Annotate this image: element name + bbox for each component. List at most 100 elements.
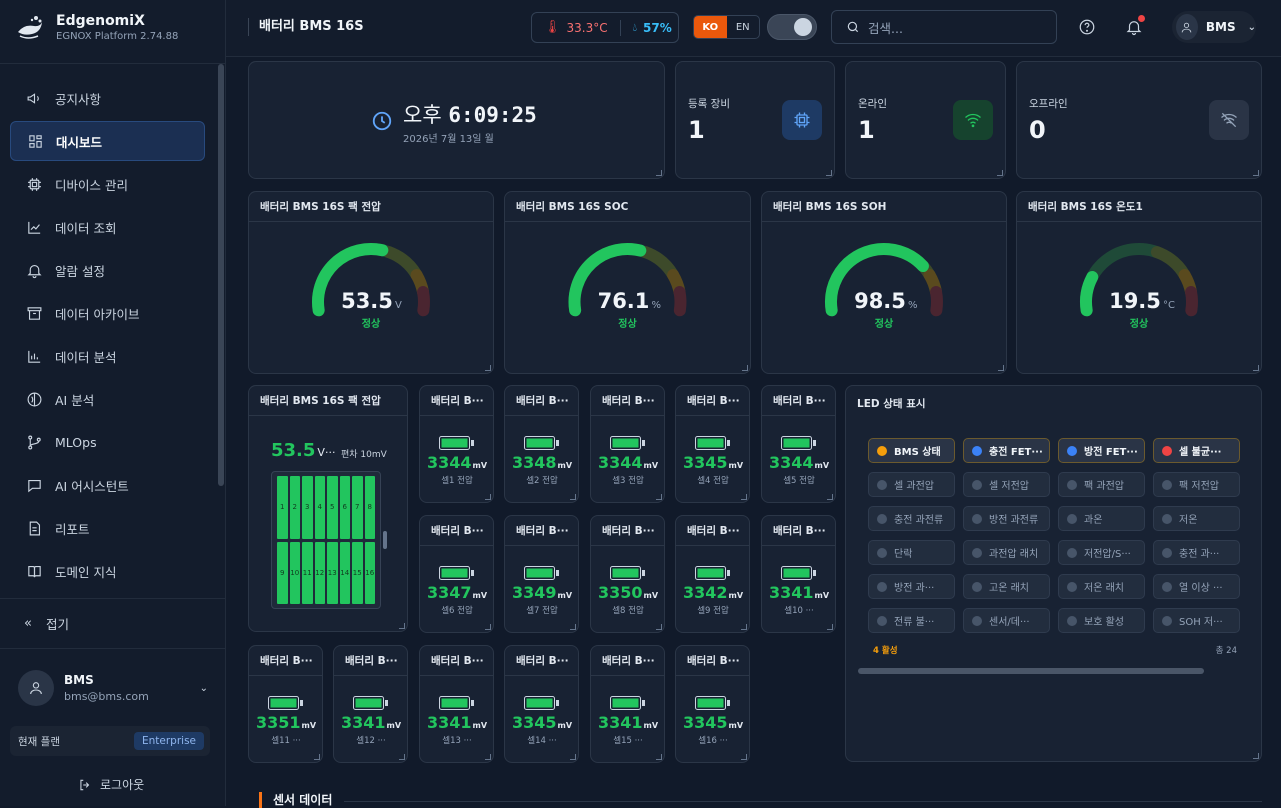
sidebar-item-3[interactable]: 디바이스 관리	[10, 164, 205, 204]
cell-voltage-card: 배터리 B··· 3341mV 셀15 ···	[590, 645, 665, 763]
ai-icon	[25, 390, 43, 408]
led-dot	[1067, 581, 1077, 592]
cell-bar: 13	[327, 541, 338, 604]
user-menu[interactable]: BMS ⌄	[1172, 11, 1256, 43]
card-title: LED 상태 표시	[857, 397, 926, 410]
led-grid: BMS 상태 충전 FET··· 방전 FET··· 셀 불균··· 셀 과전압 셀 저전…	[868, 438, 1240, 633]
cell-voltage-card: 배터리 B··· 3348mV 셀2 전압	[504, 385, 579, 503]
sidebar-item-5[interactable]: 알람 설정	[10, 250, 205, 290]
led-dot	[1162, 479, 1172, 490]
dashboard-icon	[26, 132, 44, 150]
sidebar-item-label: 알람 설정	[55, 263, 105, 279]
gauge-value: 53.5	[341, 289, 393, 313]
sidebar-item-6[interactable]: 데이터 아카이브	[10, 293, 205, 333]
sidebar-item-7[interactable]: 데이터 분석	[10, 336, 205, 376]
led-dot	[877, 513, 887, 524]
help-button[interactable]	[1076, 16, 1098, 38]
theme-toggle[interactable]	[767, 14, 817, 40]
sidebar-item-11[interactable]: 리포트	[10, 508, 205, 548]
cell-bar: 11	[302, 541, 313, 604]
search-input[interactable]: 검색...	[831, 10, 1057, 44]
cell-voltage-value: 3350	[597, 583, 643, 602]
sidebar-item-10[interactable]: AI 어시스턴트	[10, 465, 205, 505]
cell-voltage: 3344mV	[591, 453, 665, 472]
card-title: 배터리 B···	[676, 516, 749, 546]
collapse-button[interactable]: « 접기	[24, 614, 69, 633]
sidebar-item-1[interactable]: 공지사항	[10, 78, 205, 118]
cell-bar: 3	[302, 476, 313, 539]
led-label: 저전압/S···	[1084, 549, 1131, 560]
resize-handle[interactable]	[383, 531, 387, 549]
logout-button[interactable]: 로그아웃	[78, 776, 144, 793]
led-dot	[877, 547, 887, 558]
battery-icon	[781, 566, 816, 580]
sidebar-nav: 공지사항 대시보드 디바이스 관리 데이터 조회알람 설정데이터 아카이브데이터 분석…	[10, 78, 205, 594]
sidebar-item-2[interactable]: 대시보드	[10, 121, 205, 161]
gauge-arc	[673, 286, 687, 317]
cell-bar: 15	[352, 541, 363, 604]
report-icon	[25, 519, 43, 537]
notifications-button[interactable]	[1123, 15, 1145, 38]
gauge-unit: °C	[1163, 300, 1175, 311]
cell-voltage-card: 배터리 B··· 3351mV 셀11 ···	[248, 645, 323, 763]
cell-voltage-value: 3349	[511, 583, 557, 602]
sidebar-item-label: 도메인 지식	[55, 564, 117, 580]
collapse-label: 접기	[45, 617, 69, 632]
pack-voltage-number: 53.5	[271, 440, 316, 461]
card-title: 배터리 B···	[420, 386, 493, 416]
branch-icon	[25, 433, 43, 451]
cell-voltage-card: 배터리 B··· 3344mV 셀3 전압	[590, 385, 665, 503]
cell-label: 셀5 전압	[783, 476, 815, 486]
lang-ko-button[interactable]: KO	[694, 16, 727, 38]
sidebar-user[interactable]: BMS bms@bms.com ⌄	[18, 668, 208, 708]
archive-icon	[25, 304, 43, 322]
sidebar-item-9[interactable]: MLOps	[10, 422, 205, 462]
chip-icon	[794, 112, 810, 128]
cell-label: 셀11 ···	[271, 736, 301, 746]
brand[interactable]: EdgenomiX EGNOX Platform 2.74.88	[14, 12, 178, 44]
horizontal-scrollbar[interactable]	[858, 668, 1204, 674]
bar-chart-icon	[25, 347, 43, 365]
user-name: BMS	[64, 673, 94, 687]
card-title: 배터리 BMS 16S 팩 전압	[249, 386, 407, 416]
led-dot	[1162, 445, 1172, 456]
cell-voltage: 3341mV	[762, 583, 836, 602]
sidebar-item-4[interactable]: 데이터 조회	[10, 207, 205, 247]
clock-icon	[372, 111, 392, 131]
lang-en-button[interactable]: EN	[727, 16, 760, 38]
cell-label: 셀7 전압	[526, 606, 558, 616]
cell-label: 셀16 ···	[698, 736, 728, 746]
wifi-icon	[965, 113, 981, 128]
sidebar-item-12[interactable]: 도메인 지식	[10, 551, 205, 591]
stat-value: 0	[1029, 116, 1046, 144]
divider	[619, 19, 621, 36]
cell-voltage-value: 3341	[340, 713, 386, 732]
sidebar-item-8[interactable]: AI 분석	[10, 379, 205, 419]
gauge-chart: 98.5 % 정상	[825, 243, 943, 330]
battery-icon	[610, 566, 645, 580]
gauge-value: 76.1	[598, 289, 650, 313]
battery-icon	[439, 436, 474, 450]
gauge-value: 19.5	[1109, 289, 1161, 313]
top-header: 배터리 BMS 16S 🌡︎ 33.3°C 💧︎ 57% KO EN 검색...…	[226, 0, 1281, 57]
clock-time: 오후 6:09:25	[403, 99, 537, 129]
led-indicator: 팩 저전압	[1153, 472, 1240, 497]
card-title: 배터리 B···	[676, 646, 749, 676]
battery-icon	[781, 436, 816, 450]
battery-icon	[524, 566, 559, 580]
cell-voltage-unit: mV	[814, 461, 830, 470]
sidebar-scrollbar[interactable]	[218, 64, 224, 486]
cell-bar: 14	[339, 541, 350, 604]
cell-voltage-unit: mV	[643, 591, 659, 600]
led-label: 셀 저전압	[989, 481, 1029, 492]
cell-bars: 1 2 3 4 5 6 7 8 9 10 11 12 13 14 15 16	[271, 471, 381, 609]
led-indicator: 과온	[1058, 506, 1145, 531]
card-title: 배터리 B···	[334, 646, 407, 676]
led-dot	[877, 445, 887, 456]
cell-bar: 16	[364, 541, 375, 604]
cell-voltage-value: 3342	[682, 583, 728, 602]
card-title: 배터리 B···	[420, 516, 493, 546]
cell-voltage-value: 3351	[255, 713, 301, 732]
gauge-status: 정상	[875, 317, 894, 330]
sidebar-item-label: 데이터 아카이브	[55, 306, 140, 322]
